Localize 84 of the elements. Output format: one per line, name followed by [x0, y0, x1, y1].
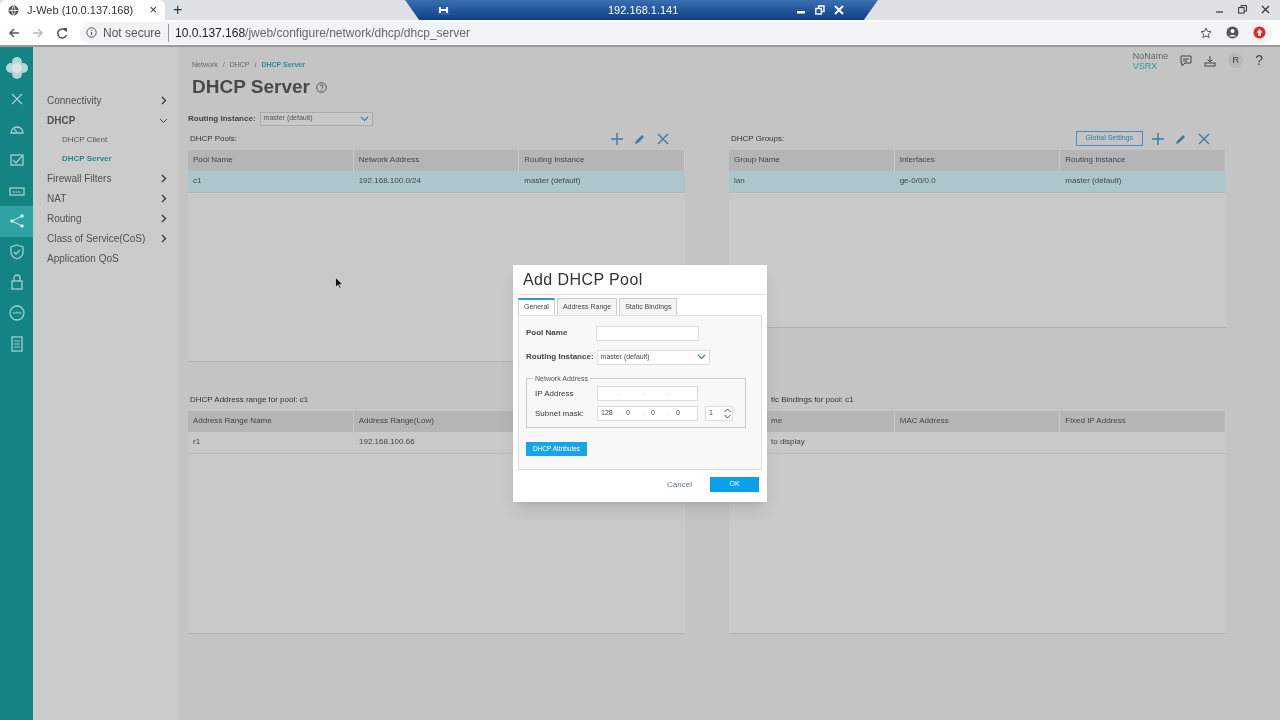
help-button[interactable]: ? [1255, 50, 1263, 71]
sidebar-item[interactable]: Application QoS [47, 250, 119, 266]
field-label: Pool Name [526, 327, 569, 339]
table-caption: tic Bindings for pool: c1 [771, 393, 854, 406]
info-icon [86, 27, 97, 38]
column-header[interactable]: Pool Name [193, 154, 233, 166]
table-cell: to display [771, 436, 805, 448]
table-cell: 192.168.100.66 [359, 436, 415, 448]
column-header[interactable]: Interfaces [899, 154, 935, 166]
spinner-arrows-icon [723, 407, 732, 420]
text-field[interactable] [596, 325, 699, 341]
chat-icon[interactable] [1180, 54, 1193, 67]
pencil-icon[interactable] [634, 132, 646, 145]
security-label: Not secure [103, 23, 170, 42]
close-icon[interactable] [1261, 5, 1270, 14]
column-header[interactable]: Routing Instance [1065, 154, 1126, 166]
new-tab-button[interactable]: + [173, 1, 183, 19]
column-header[interactable]: Fixed IP Address [1065, 415, 1126, 427]
delete-icon[interactable] [1198, 132, 1210, 145]
download-icon[interactable] [1204, 54, 1217, 67]
delete-icon[interactable] [657, 132, 669, 145]
field-label: Routing Instance: [526, 351, 594, 363]
page-title: DHCP Server [192, 75, 310, 99]
field-label: Routing Instance: [188, 112, 256, 125]
column-header[interactable]: Address Range(Low) [358, 415, 434, 427]
avatar[interactable]: R [1228, 53, 1244, 68]
column-header[interactable]: Group Name [734, 154, 780, 166]
shield-icon[interactable] [7, 242, 26, 261]
remote-host-title: 192.168.1.141 [608, 2, 679, 18]
sidebar-item[interactable]: Firewall Filters [47, 170, 112, 186]
back-icon[interactable] [8, 26, 20, 39]
sidebar-subitem[interactable]: DHCP Server [62, 152, 112, 165]
table-cell: c1 [193, 175, 202, 187]
table-row[interactable]: lan ge-0/0/0.0 master (default) [729, 170, 1226, 193]
pin-icon[interactable] [438, 5, 450, 15]
globe-icon [8, 4, 19, 16]
address-bar[interactable]: Not secure 10.0.137.168/jweb/configure/network/dhcp/dhcp_server [80, 21, 1272, 44]
table-cell: lan [734, 175, 745, 187]
add-icon[interactable] [611, 132, 623, 145]
column-header[interactable]: me [771, 415, 783, 427]
table-cell: r1 [193, 436, 201, 448]
star-icon[interactable] [1200, 26, 1212, 39]
browser-tab[interactable]: J-Web (10.0.137.168) × [0, 0, 165, 20]
add-icon[interactable] [1152, 132, 1164, 145]
table-cell: master (default) [524, 175, 581, 187]
network-icon[interactable] [7, 212, 26, 231]
dialog-title: Add DHCP Pool [522, 269, 644, 290]
column-header[interactable]: Address Range Name [193, 415, 272, 427]
help-icon[interactable] [315, 81, 327, 93]
chevron-down-icon [696, 354, 706, 360]
cursor-icon [335, 277, 343, 289]
sidebar-item[interactable]: Connectivity [47, 92, 102, 108]
reload-icon[interactable] [56, 26, 68, 39]
column-header[interactable]: Routing Instance [524, 154, 585, 166]
table-caption: DHCP Pools: [190, 132, 237, 145]
forward-icon[interactable] [32, 26, 44, 39]
sidebar-item[interactable]: NAT [47, 190, 67, 206]
account-icon[interactable] [1226, 26, 1239, 39]
sidebar-item[interactable]: Routing [47, 210, 82, 226]
column-header[interactable]: MAC Address [899, 415, 949, 427]
table-cell: 192.168.100.0/24 [358, 175, 421, 187]
table-caption: DHCP Groups: [731, 132, 785, 145]
tab-close-button[interactable]: × [149, 0, 157, 20]
vpn-icon[interactable] [7, 304, 26, 323]
table-cell: ge-0/0/0.0 [899, 175, 936, 187]
device-model: VSRX [1132, 60, 1159, 71]
tab-title: J-Web (10.0.137.168) [27, 2, 135, 18]
restore-icon[interactable] [815, 5, 826, 15]
table-row[interactable]: c1 192.168.100.0/24 master (default) [188, 170, 685, 193]
sidebar-item[interactable]: DHCP [47, 112, 76, 128]
table-cell: master (default) [1065, 175, 1122, 187]
field-label: Subnet mask: [535, 407, 585, 420]
restore-icon[interactable] [1238, 5, 1247, 14]
device-name: NoName [1132, 50, 1169, 61]
url-text: 10.0.137.168/jweb/configure/network/dhcp/dhcp_server [175, 24, 470, 42]
update-icon[interactable] [1253, 26, 1266, 39]
sidebar-item[interactable]: Class of Service(CoS) [47, 230, 146, 246]
pencil-icon[interactable] [1175, 132, 1187, 145]
sidebar-subitem[interactable]: DHCP Client [62, 133, 108, 146]
chevron-down-icon [359, 115, 369, 122]
field-label: IP Address [535, 387, 575, 400]
cancel-button[interactable]: Cancel [667, 478, 692, 491]
table-caption: DHCP Address range for pool: c1 [190, 393, 309, 406]
column-header[interactable]: Network Address [358, 154, 420, 166]
